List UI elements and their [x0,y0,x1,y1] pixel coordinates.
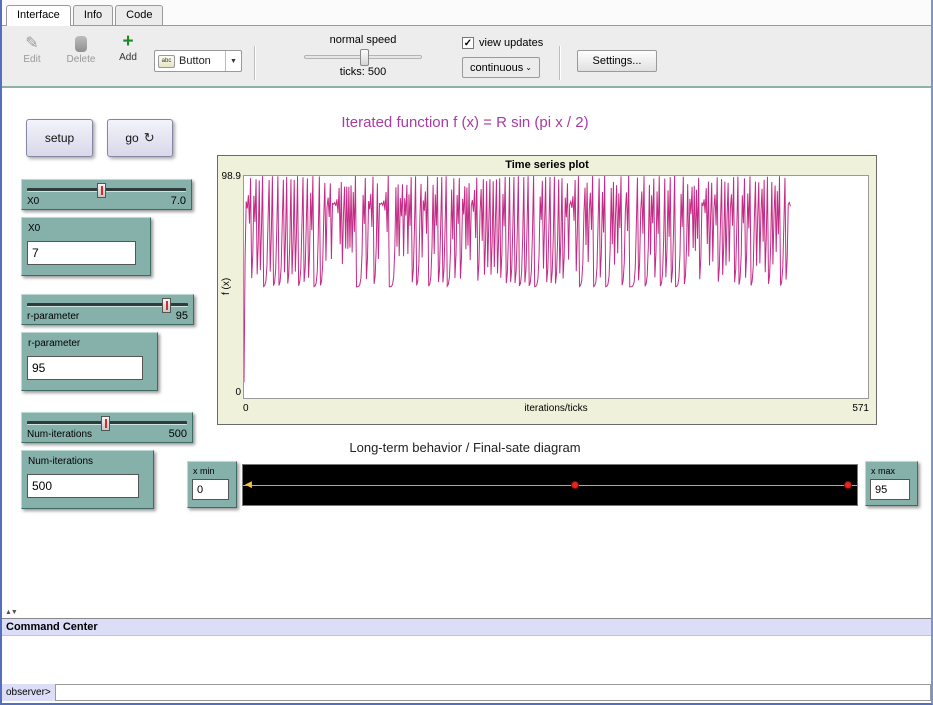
view-updates-group: ✓ view updates continuous ⌄ [462,37,543,78]
y-axis-max-label: 98.9 [218,171,241,182]
slider-label: Num-iterations [27,429,92,440]
chevron-down-icon: ⌄ [525,63,532,72]
forever-arrows-icon: ↻ [144,130,155,146]
update-mode-dropdown[interactable]: continuous ⌄ [462,57,540,78]
slider-x0[interactable]: X0 7.0 [21,179,192,210]
left-arrow-icon: ◀ [245,479,252,490]
tab-info[interactable]: Info [73,5,113,25]
view-updates-label: view updates [479,37,543,49]
input-box-x-min: x min [187,461,237,508]
speed-control: normal speed ticks: 500 [290,34,436,78]
input-box-x0: X0 [21,217,151,276]
num-iterations-input[interactable] [27,474,139,498]
button-widget-icon: abc [158,55,175,68]
x0-input[interactable] [27,241,136,265]
final-state-heading: Long-term behavior / Final-sate diagram [242,440,688,455]
ticks-counter: ticks: 500 [290,66,436,78]
widget-type-label: Button [179,55,211,67]
input-label: X0 [28,223,40,234]
widget-type-dropdown[interactable]: abc Button ▼ [154,50,242,72]
toolbar: ✎ Edit Delete + Add abc Button ▼ normal … [2,26,931,88]
y-axis-title: f (x) [221,226,232,346]
time-series-plot: Time series plot 98.9 0 f (x) 0 iteratio… [217,155,877,425]
slider-value: 500 [169,428,187,440]
speed-slider[interactable] [304,55,422,59]
input-label: r-parameter [28,338,80,349]
speed-slider-thumb[interactable] [360,49,369,66]
final-state-dot [571,481,579,489]
command-prompt-row: observer> [2,684,931,701]
view-updates-checkbox[interactable]: ✓ view updates [462,37,543,49]
slider-num-iterations[interactable]: Num-iterations 500 [21,412,193,443]
command-input[interactable] [55,684,931,701]
x-min-input[interactable] [192,479,229,500]
plot-canvas [244,176,868,398]
input-label: x min [193,466,215,476]
slider-value: 7.0 [171,195,186,207]
input-box-r-parameter: r-parameter [21,332,158,391]
slider-label: r-parameter [27,311,79,322]
input-label: x max [871,466,895,476]
delete-icon [75,36,87,52]
command-center-title: Command Center [2,619,931,636]
x-max-input[interactable] [870,479,910,500]
settings-button[interactable]: Settings... [577,50,657,72]
command-center-output[interactable] [2,636,931,684]
add-widget-button[interactable]: + Add [110,32,146,63]
pencil-icon: ✎ [14,34,50,54]
final-state-dot [844,481,852,489]
edit-tool-button[interactable]: ✎ Edit [14,34,50,65]
chevron-down-icon[interactable]: ▼ [225,51,241,71]
command-center: Command Center observer> [2,618,931,703]
add-tool-label: Add [119,52,137,63]
x-axis-max-label: 571 [243,403,869,414]
final-state-bar: ◀ [242,464,858,506]
update-mode-value: continuous [470,62,523,74]
tab-bar: Interface Info Code [2,0,931,26]
tab-interface[interactable]: Interface [6,5,71,26]
slider-handle[interactable] [101,416,110,431]
slider-handle[interactable] [162,298,171,313]
final-state-axis-line [243,485,857,486]
speed-label: normal speed [290,34,436,46]
y-axis-min-label: 0 [218,387,241,398]
input-label: Num-iterations [28,456,93,467]
r-parameter-input[interactable] [27,356,143,380]
go-button-label: go [125,131,138,145]
checkbox-check-icon: ✓ [462,37,474,49]
interface-canvas: setup go ↻ Iterated function f (x) = R s… [2,90,931,620]
slider-track [27,188,186,192]
splitter-arrows-icon[interactable]: ▲▼ [5,609,17,616]
plot-title: Time series plot [218,159,876,171]
toolbar-separator [254,46,256,80]
slider-value: 95 [176,310,188,322]
input-box-x-max: x max [865,461,918,506]
plot-area [243,175,869,399]
input-box-num-iterations: Num-iterations [21,450,154,509]
delete-tool-label: Delete [67,54,96,65]
observer-prompt-label: observer> [2,684,55,701]
edit-tool-label: Edit [23,54,40,65]
slider-handle[interactable] [97,183,106,198]
delete-tool-button[interactable]: Delete [60,34,102,65]
model-title: Iterated function f (x) = R sin (pi x / … [242,114,688,131]
go-button[interactable]: go ↻ [107,119,173,157]
plus-icon: + [110,32,146,52]
slider-label: X0 [27,196,39,207]
setup-button[interactable]: setup [26,119,93,157]
tab-code[interactable]: Code [115,5,163,25]
setup-button-label: setup [45,131,74,145]
netlogo-window: Interface Info Code ✎ Edit Delete + Add … [0,0,933,705]
toolbar-separator [559,46,561,80]
slider-r-parameter[interactable]: r-parameter 95 [21,294,194,325]
